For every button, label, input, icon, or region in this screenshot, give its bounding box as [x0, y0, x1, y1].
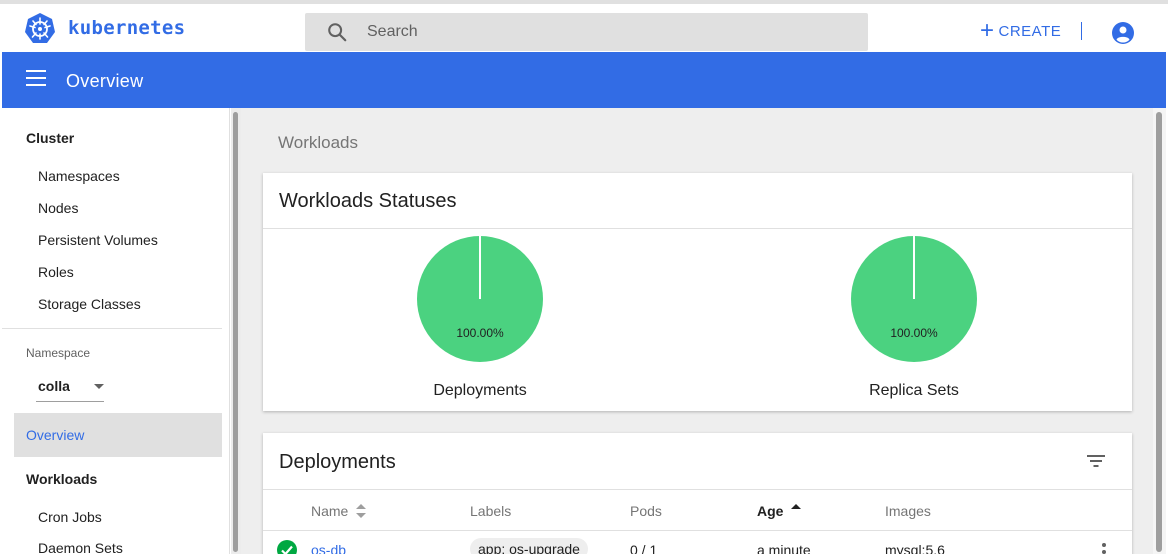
sidebar-scrollbar-thumb[interactable]	[233, 112, 238, 552]
page-title: Overview	[66, 71, 144, 91]
search-icon	[328, 23, 347, 42]
image-value: mysql:5.6	[885, 542, 945, 554]
column-header-label: Name	[311, 503, 349, 519]
card-title: Workloads Statuses	[279, 190, 457, 212]
replica-sets-pie-svg	[851, 236, 977, 362]
column-header-name[interactable]: Name	[311, 503, 367, 519]
page-toolbar: Overview	[2, 52, 1166, 108]
deployment-name-link[interactable]: os-db	[311, 542, 346, 554]
create-button[interactable]: + CREATE	[980, 18, 1061, 44]
sort-ascending-icon	[791, 504, 802, 518]
breadcrumb[interactable]: Workloads	[278, 133, 358, 153]
column-header-labels: Labels	[470, 503, 512, 519]
column-header-images: Images	[885, 503, 931, 519]
main-scrollbar-thumb[interactable]	[1156, 112, 1162, 552]
sidebar-section-workloads[interactable]: Workloads	[26, 471, 97, 487]
deployments-pie-svg	[417, 236, 543, 362]
sidebar-item-overview[interactable]: Overview	[14, 413, 222, 457]
workloads-statuses-card: Workloads Statuses 100.00% Deployments 1…	[263, 173, 1132, 411]
replica-sets-pie-chart: 100.00% Replica Sets	[844, 235, 984, 399]
sidebar-item-overview-label: Overview	[26, 427, 85, 443]
search-input[interactable]	[367, 23, 847, 41]
account-circle-icon[interactable]	[1111, 21, 1135, 45]
sidebar: Cluster Namespaces Nodes Persistent Volu…	[2, 108, 230, 554]
pie-percent-label: 100.00%	[456, 326, 504, 340]
deployments-pie-chart: 100.00% Deployments	[410, 235, 550, 399]
column-header-label: Age	[757, 503, 784, 519]
table-header-divider	[263, 530, 1132, 531]
brand-name: kubernetes	[68, 17, 186, 39]
top-bar: kubernetes + CREATE	[0, 0, 1168, 52]
sort-icon	[356, 504, 367, 518]
deployments-card: Deployments Name Labels Pods Age Images …	[263, 433, 1132, 554]
kubernetes-logo-icon	[25, 13, 55, 43]
column-header-age[interactable]: Age	[757, 503, 802, 519]
sidebar-scrollbar[interactable]	[231, 108, 241, 554]
namespace-value: colla	[38, 378, 70, 394]
sidebar-item-storage-classes[interactable]: Storage Classes	[38, 296, 141, 312]
sidebar-item-roles[interactable]: Roles	[38, 264, 74, 280]
filter-icon[interactable]	[1086, 453, 1106, 469]
create-label: CREATE	[998, 22, 1062, 40]
card-divider	[263, 228, 1132, 229]
sidebar-item-cron-jobs[interactable]: Cron Jobs	[38, 509, 102, 525]
label-chip: app: os-upgrade	[470, 538, 588, 554]
sidebar-section-cluster[interactable]: Cluster	[26, 130, 74, 146]
check-circle-icon	[277, 540, 297, 554]
card-title: Deployments	[279, 451, 396, 473]
search-bar[interactable]	[305, 13, 868, 51]
sidebar-item-daemon-sets[interactable]: Daemon Sets	[38, 540, 123, 554]
pie-percent-label: 100.00%	[890, 326, 938, 340]
namespace-label: Namespace	[26, 346, 91, 360]
toolbar-divider	[1081, 22, 1082, 40]
pie-caption[interactable]: Deployments	[380, 382, 580, 400]
chevron-down-icon	[94, 384, 104, 389]
main-scrollbar[interactable]	[1153, 108, 1166, 554]
sidebar-item-namespaces[interactable]: Namespaces	[38, 168, 120, 184]
pods-count: 0 / 1	[630, 542, 658, 554]
brand[interactable]: kubernetes	[24, 12, 185, 44]
pie-caption[interactable]: Replica Sets	[814, 382, 1014, 400]
sidebar-item-persistent-volumes[interactable]: Persistent Volumes	[38, 232, 158, 248]
main-content: Workloads Workloads Statuses 100.00% Dep…	[241, 108, 1153, 554]
more-vert-icon[interactable]	[1102, 543, 1106, 554]
namespace-select[interactable]: colla	[36, 374, 104, 402]
sidebar-item-nodes[interactable]: Nodes	[38, 200, 78, 216]
card-divider	[263, 489, 1132, 490]
menu-icon[interactable]	[26, 70, 46, 86]
age-value: a minute	[757, 542, 811, 554]
column-header-pods: Pods	[630, 503, 662, 519]
plus-icon: +	[980, 17, 995, 44]
sidebar-divider	[2, 328, 222, 329]
